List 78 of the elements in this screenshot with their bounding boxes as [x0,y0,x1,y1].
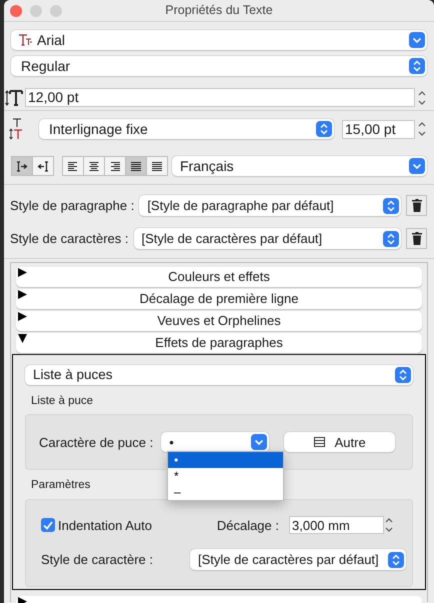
auto-indent-label: Indentation Auto [58,516,152,534]
segment-button[interactable] [125,156,147,176]
trash-icon [412,199,422,212]
line-spacing-mode: Interlignage fixe [48,120,148,139]
bullet-style-value: [Style de caractères par défaut] [198,550,379,569]
triangle-down-icon [18,334,27,343]
segment-button[interactable] [62,156,84,176]
character-style-label: Style de caractères : [10,230,128,248]
align-right-icon [109,160,121,172]
checkbox[interactable] [41,518,55,532]
segment-button[interactable] [11,156,33,176]
paragraph-style-value: [Style de paragraphe par défaut] [147,196,334,215]
checkmark-icon [43,520,53,530]
other-button[interactable]: Autre [284,432,396,452]
dropdown-option[interactable]: * [168,468,283,484]
segment-button[interactable] [104,156,126,176]
section-header[interactable]: Couleurs et effets [16,267,422,287]
group-title: Paramètres [31,478,90,494]
delete-button[interactable] [406,228,427,249]
bullet-character-select[interactable]: • [161,432,270,452]
font-style-select[interactable]: Regular [11,56,427,76]
offset-label: Décalage : [216,516,279,535]
paragraph-style-label: Style de paragraphe : [10,196,134,215]
close-icon[interactable] [10,4,22,16]
triangle-right-icon [18,290,27,299]
segment-button[interactable] [146,156,168,176]
section-header[interactable]: Veuves et Orphelines [16,311,422,331]
popup-arrows-icon [409,58,425,74]
bullet-style-select[interactable]: [Style de caractères par défaut] [190,549,406,570]
list-icon [314,437,325,448]
section-header[interactable]: Décalage de première ligne [16,289,422,309]
text-direction-icon [37,160,49,172]
font-size-icon [5,88,23,106]
section-header[interactable]: Effets de paragraphes [16,333,422,353]
chevron-down-icon [409,32,425,48]
line-spacing-field[interactable]: 15,00 pt [342,120,415,138]
chevron-down-icon [409,158,425,174]
window-title: Propriétés du Texte [165,2,273,20]
align-justify-icon [130,160,142,172]
delete-button[interactable] [406,195,427,216]
align-left-icon [67,160,79,172]
font-family-value: Arial [37,30,66,50]
trash-icon [412,232,422,245]
character-style-value: [Style de caractères par défaut] [142,230,322,248]
bullet-character-label: Caractère de puce : [39,434,154,452]
line-spacing-select[interactable]: Interlignage fixe [39,119,334,139]
dropdown-option[interactable]: • [168,452,283,468]
popup-arrows-icon [383,198,399,214]
stepper-icon[interactable] [384,516,394,534]
stepper-icon[interactable] [417,88,427,106]
dropdown-option[interactable]: – [168,484,283,500]
popup-arrows-icon [316,121,332,137]
font-size-field[interactable]: 12,00 pt [25,88,415,107]
segment-button[interactable] [32,156,54,176]
group-title: Liste à puce [31,394,94,409]
list-type-select[interactable]: Liste à puces [25,365,413,385]
language-select[interactable]: Français [172,156,427,176]
character-style-select[interactable]: [Style de caractères par défaut] [134,228,401,249]
triangle-right-icon [18,268,27,277]
popup-arrows-icon [395,367,411,383]
popup-arrows-icon [388,552,404,568]
font-style-value: Regular [20,56,70,76]
language-value: Français [180,156,234,176]
list-type-value: Liste à puces [33,366,113,384]
align-center-icon [88,160,100,172]
text-direction-icon [16,160,28,172]
stepper-icon[interactable] [417,120,427,138]
bullet-character-value: • [169,434,174,452]
character-style-label: Style de caractère : [41,550,153,569]
popup-arrows-icon [383,230,399,246]
line-spacing-icon [9,118,23,140]
offset-field[interactable]: 3,000 mm [289,516,384,534]
segment-button[interactable] [83,156,105,176]
paragraph-style-select[interactable]: [Style de paragraphe par défaut] [139,195,401,216]
font-family-select[interactable]: Arial [11,30,427,50]
font-icon [19,34,33,46]
triangle-right-icon [18,312,27,321]
align-justify-icon [151,160,163,172]
